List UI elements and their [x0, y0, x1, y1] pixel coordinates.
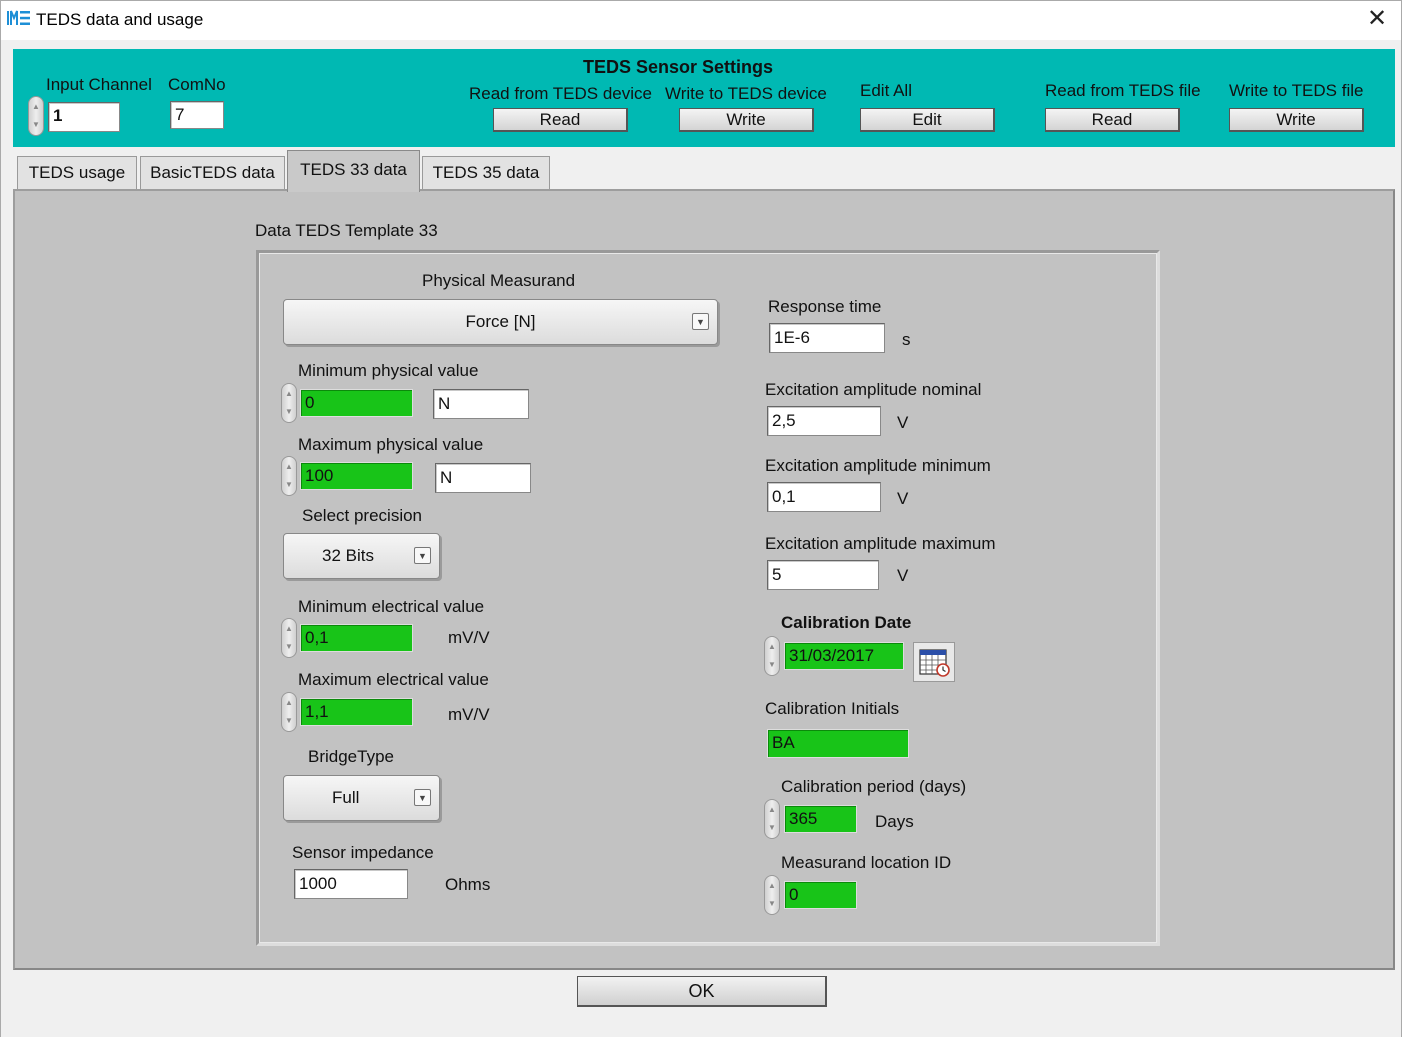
max-physical-field[interactable]: 100	[300, 462, 413, 490]
exc-minimum-field[interactable]: 0,1	[767, 482, 881, 512]
exc-nominal-field[interactable]: 2,5	[767, 406, 881, 436]
exc-nominal-label: Excitation amplitude nominal	[765, 380, 982, 399]
calibration-period-field[interactable]: 365	[784, 805, 857, 833]
edit-all-label: Edit All	[860, 81, 912, 100]
calibration-period-label: Calibration period (days)	[781, 777, 967, 796]
calibration-date-label: Calibration Date	[781, 613, 912, 632]
precision-value: 32 Bits	[322, 546, 374, 565]
app-logo-icon	[7, 10, 30, 25]
tab-basic-teds-data[interactable]: BasicTEDS data	[140, 156, 285, 190]
template-title: Data TEDS Template 33	[255, 221, 438, 240]
calendar-icon	[919, 649, 950, 677]
write-file-label: Write to TEDS file	[1229, 81, 1364, 100]
exc-minimum-label: Excitation amplitude minimum	[765, 456, 991, 475]
calibration-date-spinner[interactable]: ▲ ▼	[764, 636, 780, 676]
response-time-label: Response time	[768, 297, 882, 316]
ok-button[interactable]: OK	[577, 976, 827, 1007]
sensor-impedance-unit: Ohms	[445, 875, 491, 894]
write-file-button[interactable]: Write	[1229, 108, 1364, 132]
read-file-button[interactable]: Read	[1045, 108, 1180, 132]
min-physical-label: Minimum physical value	[298, 361, 479, 380]
min-physical-field[interactable]: 0	[300, 389, 413, 417]
bridge-type-select[interactable]: Full ▼	[283, 775, 440, 821]
exc-nominal-unit: V	[897, 413, 909, 432]
comno-label: ComNo	[168, 75, 226, 94]
max-electrical-label: Maximum electrical value	[298, 670, 489, 689]
chevron-down-icon: ▼	[692, 313, 709, 330]
read-device-label: Read from TEDS device	[469, 84, 652, 103]
max-electrical-unit: mV/V	[448, 705, 490, 724]
read-device-button[interactable]: Read	[493, 108, 628, 132]
calibration-date-field[interactable]: 31/03/2017	[784, 642, 904, 670]
edit-all-button[interactable]: Edit	[860, 108, 995, 132]
exc-maximum-unit: V	[897, 566, 909, 585]
title-bar	[0, 0, 1402, 40]
bridge-type-value: Full	[332, 788, 360, 807]
precision-select[interactable]: 32 Bits ▼	[283, 533, 440, 579]
min-electrical-spinner[interactable]: ▲ ▼	[281, 618, 297, 658]
max-electrical-field[interactable]: 1,1	[300, 698, 413, 726]
input-channel-label: Input Channel	[46, 75, 152, 94]
tab-teds-35-data[interactable]: TEDS 35 data	[422, 156, 550, 190]
sensor-settings-title: TEDS Sensor Settings	[583, 57, 774, 77]
input-channel-field[interactable]: 1	[48, 102, 120, 132]
close-icon[interactable]: ✕	[1362, 6, 1392, 34]
response-time-field[interactable]: 1E-6	[769, 323, 885, 353]
calendar-button[interactable]	[913, 642, 955, 682]
write-device-label: Write to TEDS device	[665, 84, 827, 103]
window-border-left	[0, 40, 1, 1037]
min-electrical-label: Minimum electrical value	[298, 597, 485, 616]
response-time-unit: s	[902, 330, 911, 349]
calibration-period-spinner[interactable]: ▲ ▼	[764, 799, 780, 839]
comno-field[interactable]: 7	[170, 101, 224, 129]
tab-teds-33-data[interactable]: TEDS 33 data	[287, 150, 420, 192]
max-physical-label: Maximum physical value	[298, 435, 484, 454]
sensor-impedance-field[interactable]: 1000	[294, 869, 408, 899]
physical-measurand-label: Physical Measurand	[422, 271, 576, 290]
physical-measurand-select[interactable]: Force [N] ▼	[283, 299, 718, 345]
measurand-location-field[interactable]: 0	[784, 881, 857, 909]
max-physical-spinner[interactable]: ▲ ▼	[281, 456, 297, 496]
min-physical-unit-field[interactable]: N	[433, 389, 529, 419]
sensor-settings-panel: TEDS Sensor Settings Input Channel ▲ ▼ 1 …	[13, 49, 1395, 147]
sensor-impedance-label: Sensor impedance	[292, 843, 434, 862]
bridge-type-label: BridgeType	[308, 747, 394, 766]
exc-maximum-field[interactable]: 5	[767, 560, 879, 590]
chevron-down-icon: ▼	[414, 789, 431, 806]
exc-minimum-unit: V	[897, 489, 909, 508]
max-electrical-spinner[interactable]: ▲ ▼	[281, 692, 297, 732]
precision-label: Select precision	[302, 506, 423, 525]
exc-maximum-label: Excitation amplitude maximum	[765, 534, 996, 553]
min-electrical-unit: mV/V	[448, 628, 490, 647]
chevron-down-icon: ▼	[414, 547, 431, 564]
measurand-location-spinner[interactable]: ▲ ▼	[764, 875, 780, 915]
tab-teds-usage[interactable]: TEDS usage	[17, 156, 137, 190]
min-physical-spinner[interactable]: ▲ ▼	[281, 383, 297, 423]
measurand-location-label: Measurand location ID	[781, 853, 952, 872]
write-device-button[interactable]: Write	[679, 108, 814, 132]
calibration-initials-field[interactable]: BA	[767, 729, 909, 758]
calibration-period-unit: Days	[875, 812, 914, 831]
read-file-label: Read from TEDS file	[1045, 81, 1201, 100]
input-channel-spinner[interactable]: ▲ ▼	[28, 96, 44, 136]
calibration-initials-label: Calibration Initials	[765, 699, 900, 718]
min-electrical-field[interactable]: 0,1	[300, 624, 413, 652]
max-physical-unit-field[interactable]: N	[435, 463, 531, 493]
window-title: TEDS data and usage	[36, 10, 204, 29]
physical-measurand-value: Force [N]	[465, 312, 536, 331]
